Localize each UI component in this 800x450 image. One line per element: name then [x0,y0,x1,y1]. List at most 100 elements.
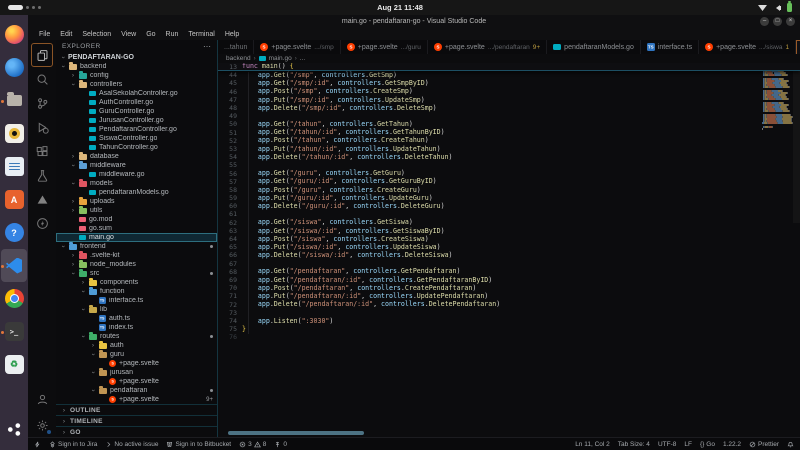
tree-file-interface-ts[interactable]: TSinterface.ts [56,296,217,305]
section-go[interactable]: ›GO [56,426,217,437]
code-line[interactable]: 44 app.Get("/smp", controllers.GetSmp) [218,71,800,79]
code-line[interactable]: 66 app.Delete("/siswa/:id", controllers.… [218,251,800,259]
tree-folder-controllers[interactable]: ›controllers [56,80,217,89]
dock-item-terminal[interactable]: >_ [1,315,27,348]
code-line[interactable]: 72 app.Delete("/pendaftaran/:id", contro… [218,300,800,308]
status-jira[interactable]: Sign in to Jira [49,441,97,448]
tree-file-asalsekolahcontroller-go[interactable]: AsalSekolahController.go [56,89,217,98]
tree-folder-utils[interactable]: ›utils [56,206,217,215]
tree-folder-auth[interactable]: ›auth [56,341,217,350]
close-button[interactable]: × [786,17,795,26]
dock-item-trash[interactable]: ♻ [1,348,27,381]
tree-folder-function[interactable]: ›function [56,287,217,296]
menu-file[interactable]: File [35,31,54,38]
code-line[interactable]: 71 app.Put("/pendaftaran/:id", controlle… [218,292,800,300]
code-line[interactable]: 59 app.Put("/guru/:id", controllers.Upda… [218,194,800,202]
tree-folder-config[interactable]: ›config [56,71,217,80]
code-line[interactable]: 55 [218,161,800,169]
status-1-22-2[interactable]: 1.22.2 [723,441,741,448]
minimap[interactable] [762,64,792,132]
tree-folder-pendaftaran[interactable]: ›pendaftaran [56,386,217,395]
menu-selection[interactable]: Selection [78,31,115,38]
code-line[interactable]: 60 app.Delete("/guru/:id", controllers.D… [218,202,800,210]
activity-search-icon[interactable] [31,67,53,91]
breadcrumb-item[interactable]: main.go [269,55,292,62]
tree-file-go-mod[interactable]: go.mod [56,215,217,224]
status-bell[interactable] [787,441,794,448]
explorer-more-actions-icon[interactable]: ⋯ [203,42,211,51]
status-lf[interactable]: LF [684,441,692,448]
code-line[interactable]: 69 app.Get("/pendaftaran/:id", controlle… [218,276,800,284]
activity-thunder-client-icon[interactable] [31,211,53,235]
tree-folder-lib[interactable]: ›lib [56,305,217,314]
code-line[interactable]: 73 [218,309,800,317]
dock-item-thunderbird[interactable] [1,51,27,84]
tab--page-svelte[interactable]: S+page.svelte.../siswa1 [699,40,796,54]
title-bar[interactable]: main.go - pendaftaran-go - Visual Studio… [28,15,800,28]
code-line[interactable]: 64 app.Post("/siswa", controllers.Create… [218,235,800,243]
code-line[interactable]: 49 [218,112,800,120]
status-tab-size-4[interactable]: Tab Size: 4 [618,441,650,448]
tree-file-siswacontroller-go[interactable]: SiswaController.go [56,134,217,143]
code-line[interactable]: 45 app.Get("/smp/:id", controllers.GetSm… [218,79,800,87]
menu-terminal[interactable]: Terminal [184,31,218,38]
tree-folder-uploads[interactable]: ›uploads [56,197,217,206]
code-line[interactable]: 74 app.Listen(":3030") [218,317,800,325]
tree-folder-database[interactable]: ›database [56,152,217,161]
clock[interactable]: Aug 21 11:48 [0,3,800,12]
status-ln-11-col-2[interactable]: Ln 11, Col 2 [575,441,610,448]
section-outline[interactable]: ›OUTLINE [56,404,217,415]
tree-file-gurucontroller-go[interactable]: GuruController.go [56,107,217,116]
activity-triangle-extension-icon[interactable] [31,187,53,211]
code-line[interactable]: 50 app.Get("/tahun", controllers.GetTahu… [218,120,800,128]
tree-file-go-sum[interactable]: go.sum [56,224,217,233]
code-line[interactable]: 65 app.Put("/siswa/:id", controllers.Upd… [218,243,800,251]
system-tray[interactable] [758,3,792,12]
tab--tahun[interactable]: ...tahun [218,40,254,54]
tab--page-svelte[interactable]: S+page.svelte.../guru [341,40,428,54]
activity-run-debug-icon[interactable] [31,115,53,139]
tab--page-svelte[interactable]: S+page.svelte.../smp [254,40,340,54]
code-line[interactable]: 61 [218,210,800,218]
tree-file-jurusancontroller-go[interactable]: JurusanController.go [56,116,217,125]
code-line[interactable]: 62 app.Get("/siswa", controllers.GetSisw… [218,219,800,227]
workspace-indicator[interactable] [8,5,41,10]
code-line[interactable]: 70 app.Post("/pendaftaran", controllers.… [218,284,800,292]
tree-file-index-ts[interactable]: TSindex.ts [56,323,217,332]
tree-folder-routes[interactable]: ›routes [56,332,217,341]
tab--page-svelte[interactable]: S+page.svelte.../pendaftaran9+ [428,40,547,54]
status-utf-8[interactable]: UTF-8 [658,441,676,448]
tab-main-go[interactable]: main.go× [796,40,800,54]
activity-explorer-icon[interactable] [31,43,53,67]
menu-run[interactable]: Run [162,31,183,38]
code-line[interactable]: 63 app.Get("/siswa/:id", controllers.Get… [218,227,800,235]
tree-file-auth-ts[interactable]: TSauth.ts [56,314,217,323]
dock-item-show-applications[interactable] [1,413,27,446]
code-line[interactable]: 56 app.Get("/guru", controllers.GetGuru) [218,169,800,177]
section-timeline[interactable]: ›TIMELINE [56,415,217,426]
status-chevron[interactable]: No active issue [105,441,158,448]
tree-file-tahuncontroller-go[interactable]: TahunController.go [56,143,217,152]
dock-item-rhythmbox[interactable] [1,117,27,150]
menu-help[interactable]: Help [221,31,243,38]
breadcrumb-item[interactable]: ... [300,55,305,62]
dock-item-files[interactable] [1,84,27,117]
tree-file-pendaftarancontroller-go[interactable]: PendaftaranController.go [56,125,217,134]
horizontal-scrollbar[interactable] [228,431,364,435]
activity-extensions-icon[interactable] [31,139,53,163]
tree-folder--svelte-kit[interactable]: ›.svelte-kit [56,251,217,260]
code-line[interactable]: 51 app.Get("/tahun/:id", controllers.Get… [218,129,800,137]
tree-file--page-svelte[interactable]: S+page.svelte [56,377,217,386]
code-line[interactable]: 57 app.Get("/guru/:id", controllers.GetG… [218,178,800,186]
dock-item-firefox[interactable] [1,18,27,51]
code-area[interactable]: 13func main() { 44 app.Get("/smp", contr… [218,63,800,437]
status-problems[interactable]: 38 [239,441,266,448]
project-root-row[interactable]: › PENDAFTARAN-GO [56,53,217,62]
tab-interface-ts[interactable]: TSinterface.ts [641,40,699,54]
tree-folder-models[interactable]: ›models [56,179,217,188]
tree-folder-backend[interactable]: ›backend [56,62,217,71]
code-line[interactable]: 75} [218,325,800,333]
status-go[interactable]: {}Go [700,441,715,448]
tree-folder-src[interactable]: ›src [56,269,217,278]
tree-file-authcontroller-go[interactable]: AuthController.go [56,98,217,107]
